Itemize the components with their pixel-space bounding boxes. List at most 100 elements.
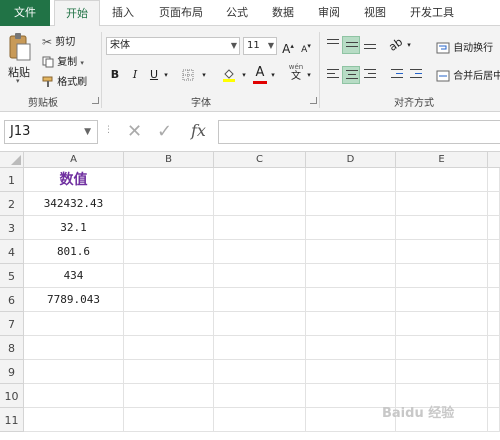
header-cell[interactable]: 数值 <box>24 168 124 192</box>
table-cell[interactable] <box>214 336 306 360</box>
phonetic-dropdown-icon[interactable]: ▾ <box>305 66 313 84</box>
name-box[interactable]: J13 ▼ <box>4 120 98 144</box>
table-cell[interactable] <box>24 312 124 336</box>
tab-formulas[interactable]: 公式 <box>222 0 252 26</box>
format-painter-button[interactable]: 格式刷 <box>42 73 87 88</box>
insert-function-icon[interactable]: fx <box>191 121 206 140</box>
table-cell[interactable] <box>214 312 306 336</box>
table-cell[interactable] <box>396 168 488 192</box>
table-cell[interactable] <box>124 264 214 288</box>
font-color-dropdown-icon[interactable]: ▾ <box>269 66 277 84</box>
column-header-a[interactable]: A <box>24 152 124 168</box>
table-cell[interactable] <box>124 360 214 384</box>
table-cell[interactable] <box>214 408 306 432</box>
table-cell[interactable] <box>306 288 396 312</box>
table-cell[interactable] <box>214 264 306 288</box>
merge-center-button[interactable]: 合并后居中 <box>436 67 500 82</box>
table-cell[interactable] <box>124 384 214 408</box>
table-cell[interactable] <box>306 336 396 360</box>
table-cell[interactable] <box>488 216 500 240</box>
table-cell[interactable] <box>214 216 306 240</box>
row-header-7[interactable]: 7 <box>0 312 24 336</box>
font-size-combo[interactable]: 11 ▼ <box>243 37 277 55</box>
row-header-1[interactable]: 1 <box>0 168 24 192</box>
table-cell[interactable] <box>488 384 500 408</box>
table-cell[interactable] <box>24 384 124 408</box>
align-left-button[interactable] <box>324 66 342 84</box>
table-cell[interactable] <box>488 360 500 384</box>
row-header-11[interactable]: 11 <box>0 408 24 432</box>
tab-page-layout[interactable]: 页面布局 <box>155 0 207 26</box>
wrap-text-button[interactable]: 自动换行 <box>436 39 493 54</box>
table-cell[interactable] <box>488 336 500 360</box>
cut-button[interactable]: ✂ 剪切 <box>42 33 75 49</box>
table-cell[interactable] <box>214 288 306 312</box>
column-header-f[interactable] <box>488 152 500 168</box>
paste-dropdown-icon[interactable]: ▾ <box>16 77 20 85</box>
column-header-d[interactable]: D <box>306 152 396 168</box>
more-options-icon[interactable]: ⋮ <box>104 125 113 135</box>
column-header-b[interactable]: B <box>124 152 214 168</box>
row-header-10[interactable]: 10 <box>0 384 24 408</box>
italic-button[interactable]: I <box>128 66 142 84</box>
table-cell[interactable] <box>24 408 124 432</box>
table-cell[interactable] <box>488 264 500 288</box>
cancel-icon[interactable]: ✕ <box>127 121 142 142</box>
table-cell[interactable] <box>488 408 500 432</box>
table-cell[interactable] <box>124 192 214 216</box>
tab-developer[interactable]: 开发工具 <box>404 0 460 26</box>
align-top-button[interactable] <box>324 36 342 54</box>
fill-color-button[interactable] <box>219 66 239 84</box>
row-header-9[interactable]: 9 <box>0 360 24 384</box>
phonetic-button[interactable]: wén 文 <box>287 63 305 82</box>
row-header-6[interactable]: 6 <box>0 288 24 312</box>
table-cell[interactable] <box>306 168 396 192</box>
tab-view[interactable]: 视图 <box>360 0 390 26</box>
table-cell[interactable] <box>396 216 488 240</box>
table-cell[interactable] <box>214 168 306 192</box>
table-cell[interactable] <box>124 408 214 432</box>
row-header-3[interactable]: 3 <box>0 216 24 240</box>
table-cell[interactable] <box>214 192 306 216</box>
table-cell[interactable] <box>488 312 500 336</box>
tab-file[interactable]: 文件 <box>0 0 50 26</box>
table-cell[interactable] <box>124 240 214 264</box>
borders-dropdown-icon[interactable]: ▾ <box>200 66 208 84</box>
table-cell[interactable] <box>124 288 214 312</box>
borders-button[interactable] <box>178 66 198 84</box>
table-cell[interactable] <box>214 240 306 264</box>
table-cell[interactable]: 7789.043 <box>24 288 124 312</box>
table-cell[interactable] <box>488 288 500 312</box>
increase-indent-button[interactable] <box>407 66 425 84</box>
tab-data[interactable]: 数据 <box>268 0 298 26</box>
align-middle-button[interactable] <box>342 36 360 54</box>
worksheet-grid[interactable]: A B C D E 1 2 3 4 5 6 7 8 9 10 11 数值 342432.43 32.1 8… <box>0 152 500 440</box>
font-color-button[interactable]: A <box>252 64 268 84</box>
font-launcher-icon[interactable] <box>310 97 317 104</box>
table-cell[interactable] <box>306 360 396 384</box>
table-cell[interactable] <box>488 168 500 192</box>
font-name-combo[interactable]: 宋体 ▼ <box>106 37 240 55</box>
orientation-dropdown-icon[interactable]: ▾ <box>405 36 413 54</box>
shrink-font-button[interactable]: A▾ <box>299 37 313 55</box>
table-cell[interactable]: 801.6 <box>24 240 124 264</box>
align-right-button[interactable] <box>361 66 379 84</box>
tab-review[interactable]: 审阅 <box>314 0 344 26</box>
table-cell[interactable] <box>488 192 500 216</box>
table-cell[interactable] <box>306 216 396 240</box>
underline-dropdown-icon[interactable]: ▾ <box>162 66 170 84</box>
table-cell[interactable] <box>396 240 488 264</box>
enter-icon[interactable]: ✓ <box>157 121 172 142</box>
table-cell[interactable] <box>214 384 306 408</box>
formula-input[interactable] <box>218 120 500 144</box>
table-cell[interactable] <box>306 192 396 216</box>
table-cell[interactable]: 32.1 <box>24 216 124 240</box>
row-header-5[interactable]: 5 <box>0 264 24 288</box>
table-cell[interactable] <box>24 336 124 360</box>
table-cell[interactable]: 434 <box>24 264 124 288</box>
select-all-corner[interactable] <box>0 152 24 168</box>
row-header-4[interactable]: 4 <box>0 240 24 264</box>
bold-button[interactable]: B <box>108 66 122 84</box>
column-header-c[interactable]: C <box>214 152 306 168</box>
table-cell[interactable] <box>306 240 396 264</box>
